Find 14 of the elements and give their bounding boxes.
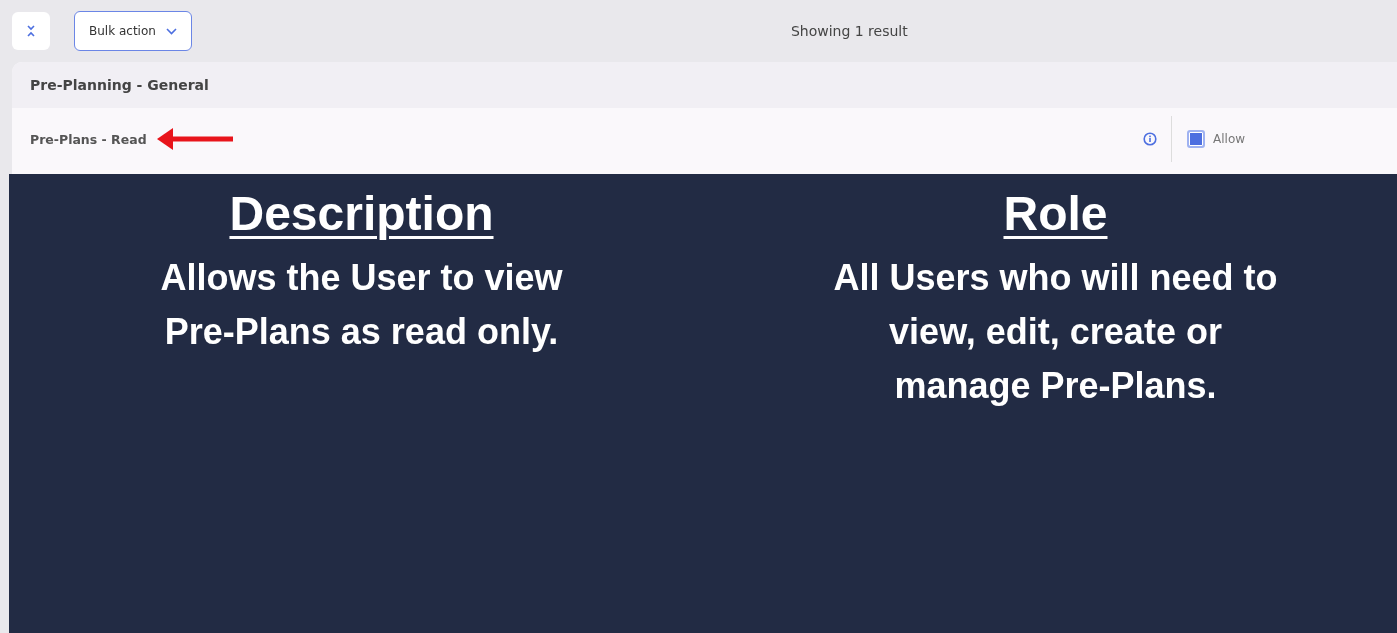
overlay-text: All Users who will need to view, edit, create or manage Pre-Plans. (832, 256, 1279, 408)
info-icon[interactable] (1143, 132, 1157, 146)
overlay-heading: Description (228, 186, 495, 241)
overlay-text: Allows the User to view Pre-Plans as read only. (159, 256, 564, 354)
chevron-down-icon (165, 27, 177, 35)
overlay-heading: Role (1002, 186, 1109, 241)
collapse-icon (26, 24, 36, 38)
group-title: Pre-Planning - General (30, 77, 209, 93)
bulk-action-dropdown[interactable]: Bulk action (74, 11, 192, 51)
collapse-button[interactable] (12, 12, 50, 50)
allow-checkbox[interactable] (1187, 130, 1205, 148)
permission-name: Pre-Plans - Read (30, 131, 147, 147)
allow-label: Allow (1213, 132, 1246, 146)
result-count: Showing 1 result (790, 23, 908, 39)
